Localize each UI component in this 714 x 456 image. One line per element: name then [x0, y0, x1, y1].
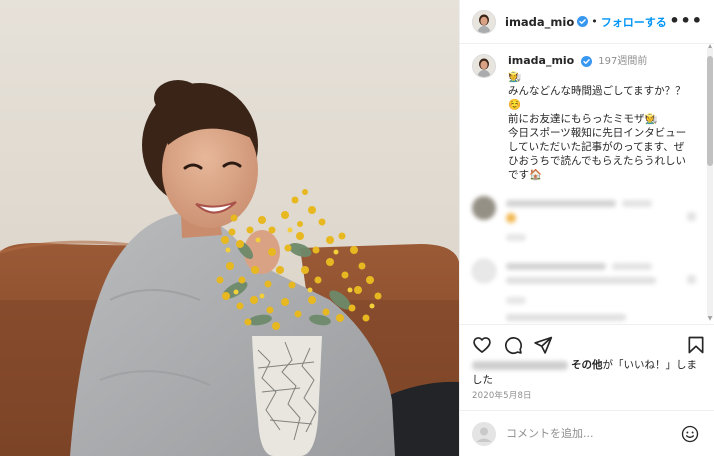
- caption-text: 🧑‍🌾 みんなどんな時間過ごしてますか？？ ☺️ 前にお友達にもらったミモザ🧑‍…: [508, 71, 687, 181]
- comment-emoji: [506, 213, 516, 223]
- username[interactable]: imada_mio: [505, 15, 574, 29]
- paper-plane-icon[interactable]: [533, 335, 553, 355]
- blurred-comment: [472, 259, 700, 309]
- scrollbar-thumb[interactable]: [707, 56, 713, 166]
- comment-line: [506, 200, 616, 207]
- caption-header: imada_mio 197週間前: [508, 54, 702, 69]
- comment-avatar: [472, 259, 496, 283]
- comment-line: [506, 297, 526, 304]
- avatar[interactable]: [472, 9, 496, 34]
- blurred-comment: [472, 196, 700, 246]
- caption-avatar[interactable]: [472, 54, 496, 78]
- post-caption: imada_mio 197週間前 🧑‍🌾 みんなどんな時間過ごしてますか？？ ☺…: [472, 54, 702, 182]
- comment-like: [687, 212, 696, 221]
- caption-username[interactable]: imada_mio: [508, 54, 574, 67]
- heart-icon[interactable]: [472, 335, 492, 355]
- post-detail-panel: imada_mio • フォローする ••• imada_mio 197週間前 …: [459, 0, 714, 456]
- bookmark-icon[interactable]: [686, 335, 706, 355]
- comment-icon[interactable]: [503, 335, 523, 355]
- post-date[interactable]: 2020年5月8日: [472, 389, 532, 401]
- likes-text-cont: した: [472, 374, 493, 386]
- separator-dot: •: [591, 15, 598, 28]
- verified-badge-icon: [580, 55, 592, 67]
- comments-scrollbar[interactable]: [707, 48, 713, 318]
- add-comment-bar: [460, 410, 714, 456]
- more-options-icon[interactable]: •••: [669, 13, 703, 29]
- follow-button[interactable]: フォローする: [601, 14, 667, 30]
- comment-line: [506, 277, 656, 284]
- caption-body: imada_mio 197週間前 🧑‍🌾 みんなどんな時間過ごしてますか？？ ☺…: [508, 54, 702, 182]
- comment-line: [622, 200, 652, 207]
- smiley-icon[interactable]: [681, 425, 699, 443]
- likes-summary[interactable]: その他が「いいね！」しま した: [472, 358, 707, 388]
- comment-line: [506, 314, 626, 321]
- verified-badge-icon: [577, 16, 589, 27]
- comment-line: [506, 263, 606, 270]
- post-header: imada_mio • フォローする •••: [460, 0, 714, 44]
- scroll-down-arrow[interactable]: ▼: [707, 316, 713, 322]
- comment-input[interactable]: [506, 427, 676, 440]
- comment-line: [612, 263, 652, 270]
- avatar-image: [473, 10, 495, 33]
- liked-by-blurred: [472, 360, 568, 370]
- comment-like: [687, 275, 696, 284]
- comments-list[interactable]: imada_mio 197週間前 🧑‍🌾 みんなどんな時間過ごしてますか？？ ☺…: [460, 44, 709, 324]
- post-photo-illustration: [0, 0, 459, 456]
- likes-others[interactable]: その他: [571, 359, 603, 371]
- default-avatar-icon: [472, 421, 496, 446]
- likes-text: が「いいね！」しま: [602, 359, 698, 371]
- viewer-avatar: [472, 421, 496, 446]
- blurred-comment: [472, 312, 700, 324]
- comment-avatar: [472, 196, 496, 220]
- post-actions: [460, 324, 714, 362]
- post-photo[interactable]: [0, 0, 459, 456]
- caption-timestamp[interactable]: 197週間前: [598, 56, 647, 67]
- comment-line: [506, 234, 526, 241]
- avatar-image: [473, 55, 495, 77]
